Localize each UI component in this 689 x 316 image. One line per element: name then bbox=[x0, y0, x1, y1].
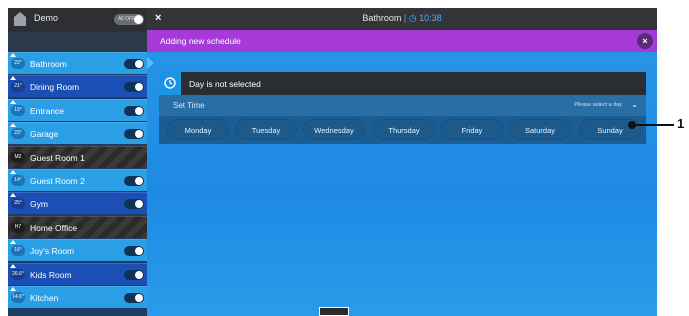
callout-line bbox=[630, 124, 674, 126]
set-time-label: Set Time bbox=[173, 101, 205, 110]
toggle-knob bbox=[135, 247, 143, 256]
clock-icon bbox=[159, 72, 181, 95]
room-name: Gym bbox=[30, 199, 48, 210]
room-badge: 23° bbox=[11, 128, 25, 140]
sidebar-room-item[interactable]: 14° Guest Room 2 bbox=[8, 169, 147, 191]
top-bar: × Bathroom | ◷ 10:38 bbox=[147, 8, 657, 30]
day-button[interactable]: Tuesday bbox=[235, 119, 297, 140]
current-time: 10:38 bbox=[419, 13, 442, 23]
room-name: Kids Room bbox=[30, 269, 72, 280]
sidebar-room-item[interactable]: 16° Joy's Room bbox=[8, 239, 147, 262]
sidebar-room-item[interactable]: 14.6° Kitchen bbox=[8, 286, 147, 308]
room-badge: 26.6° bbox=[11, 268, 25, 280]
room-name: Bathroom bbox=[30, 59, 67, 69]
toggle-knob bbox=[135, 83, 143, 92]
sidebar-room-item[interactable]: H7 Home Office bbox=[8, 215, 147, 238]
schedule-card: Day is not selected Set Time Please sele… bbox=[159, 72, 646, 144]
room-toggle[interactable] bbox=[124, 269, 144, 280]
room-toggle[interactable] bbox=[124, 176, 144, 186]
room-badge: 14° bbox=[11, 175, 25, 186]
room-toggle[interactable] bbox=[124, 129, 144, 140]
sidebar-room-item[interactable]: 21° Dining Room bbox=[8, 75, 147, 98]
day-not-selected-title: Day is not selected bbox=[189, 79, 261, 89]
day-button[interactable]: Saturday bbox=[509, 119, 571, 140]
room-indicator-icon bbox=[10, 76, 16, 81]
room-badge: 16° bbox=[11, 245, 25, 257]
room-badge: 22° bbox=[11, 58, 25, 69]
chevron-down-icon[interactable]: ⌄ bbox=[631, 100, 638, 109]
room-indicator-icon bbox=[10, 170, 16, 174]
sidebar-room-item[interactable]: M2 Guest Room 1 bbox=[8, 145, 147, 168]
day-button[interactable]: Wednesday bbox=[303, 119, 365, 140]
bottom-handle[interactable] bbox=[319, 307, 349, 316]
set-time-row[interactable]: Set Time Please select a day ⌄ bbox=[159, 95, 646, 116]
room-toggle[interactable] bbox=[124, 246, 144, 257]
toggle-knob bbox=[135, 270, 143, 279]
day-button[interactable]: Monday bbox=[167, 119, 229, 140]
room-indicator-icon bbox=[10, 240, 16, 245]
banner-close-icon[interactable]: × bbox=[637, 33, 653, 49]
room-indicator-icon bbox=[10, 193, 16, 198]
day-selector: Monday Tuesday Wednesday Thursday Friday Satu… bbox=[161, 119, 644, 140]
room-badge: 25° bbox=[11, 198, 25, 210]
banner-text: Adding new schedule bbox=[160, 36, 241, 46]
room-title: Bathroom | ◷ 10:38 bbox=[147, 13, 657, 24]
all-off-toggle[interactable]: All OFF bbox=[114, 14, 144, 25]
room-name: Garage bbox=[30, 129, 59, 140]
toggle-knob bbox=[135, 177, 143, 185]
room-badge: 14.6° bbox=[11, 292, 25, 303]
sidebar-title: Demo bbox=[34, 13, 59, 23]
room-name: Entrance bbox=[30, 105, 65, 116]
sidebar-room-item[interactable]: 26.6° Kids Room bbox=[8, 262, 147, 285]
selected-room-pointer bbox=[147, 57, 154, 69]
room-badge: 21° bbox=[11, 81, 25, 93]
adding-schedule-banner: Adding new schedule × bbox=[147, 30, 657, 52]
room-title-text: Bathroom bbox=[362, 13, 402, 23]
room-name: Guest Room 2 bbox=[30, 176, 85, 186]
select-day-hint: Please select a day bbox=[574, 102, 622, 108]
room-indicator-icon bbox=[10, 263, 16, 268]
room-toggle[interactable] bbox=[124, 105, 144, 116]
clock-icon: | ◷ bbox=[403, 13, 417, 23]
toggle-knob bbox=[135, 60, 143, 68]
room-name: Joy's Room bbox=[30, 246, 75, 257]
room-name: Dining Room bbox=[30, 82, 80, 93]
toggle-knob bbox=[135, 106, 143, 115]
sidebar-room-item[interactable]: 19° Entrance bbox=[8, 98, 147, 121]
sidebar-header: Demo All OFF bbox=[8, 8, 147, 32]
sidebar-room-item[interactable]: 25° Gym bbox=[8, 192, 147, 215]
room-indicator-icon bbox=[10, 99, 16, 104]
room-name: Guest Room 1 bbox=[30, 152, 85, 163]
room-badge: M2 bbox=[11, 151, 25, 163]
room-toggle[interactable] bbox=[124, 199, 144, 210]
toggle-knob bbox=[135, 294, 143, 302]
room-indicator-icon bbox=[10, 123, 16, 128]
sidebar: Demo All OFF 22° Bathroom 21° Dining Room 19… bbox=[8, 8, 147, 316]
home-icon bbox=[14, 12, 26, 26]
toggle-knob bbox=[135, 130, 143, 139]
toggle-knob bbox=[135, 200, 143, 209]
room-badge: H7 bbox=[11, 221, 25, 233]
callout-number: 1 bbox=[677, 116, 685, 131]
all-off-label: All OFF bbox=[118, 16, 135, 22]
room-badge: 19° bbox=[11, 104, 25, 116]
room-indicator-icon bbox=[10, 53, 16, 57]
room-indicator-icon bbox=[10, 287, 16, 291]
room-name: Home Office bbox=[30, 222, 78, 233]
sidebar-room-item[interactable]: 22° Bathroom bbox=[8, 52, 147, 74]
room-toggle[interactable] bbox=[124, 59, 144, 69]
sidebar-room-item[interactable]: 23° Garage bbox=[8, 122, 147, 145]
sidebar-gap bbox=[8, 32, 147, 52]
main-panel: × Bathroom | ◷ 10:38 Adding new schedule… bbox=[147, 8, 657, 316]
room-toggle[interactable] bbox=[124, 82, 144, 93]
room-toggle[interactable] bbox=[124, 293, 144, 303]
day-button[interactable]: Thursday bbox=[373, 119, 435, 140]
room-name: Kitchen bbox=[30, 293, 59, 303]
schedule-card-header: Day is not selected bbox=[159, 72, 646, 95]
day-button[interactable]: Friday bbox=[441, 119, 503, 140]
toggle-knob bbox=[134, 15, 143, 24]
